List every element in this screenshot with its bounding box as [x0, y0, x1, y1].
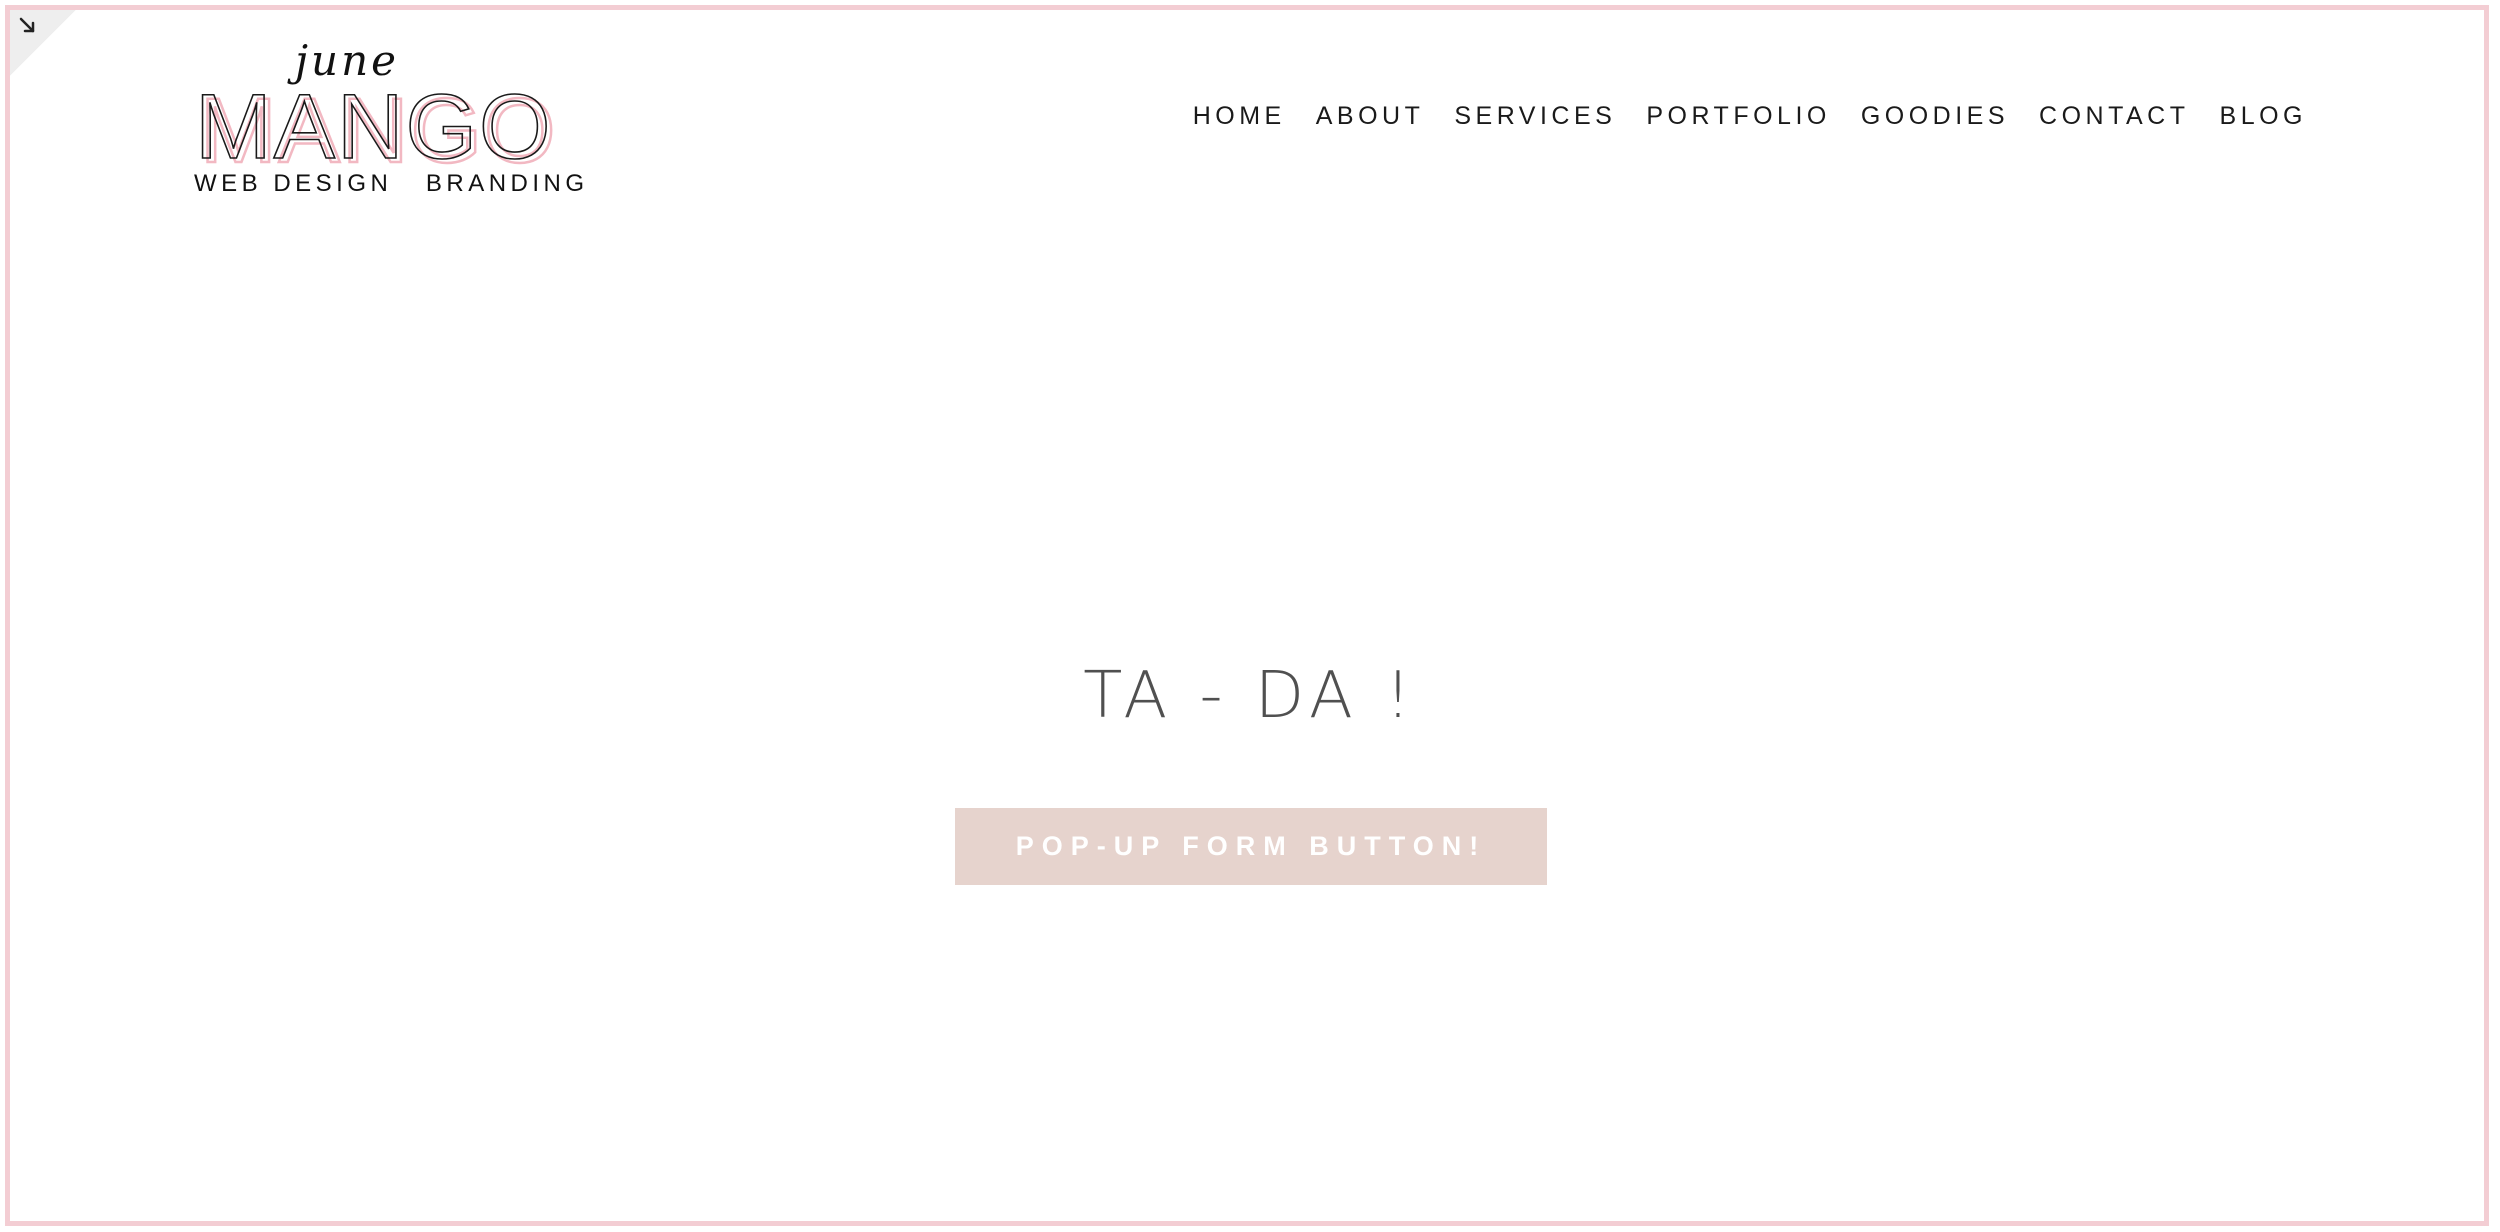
popup-form-button[interactable]: POP-UP FORM BUTTON!: [955, 808, 1547, 885]
nav-item-about[interactable]: ABOUT: [1316, 102, 1425, 131]
nav-item-contact[interactable]: CONTACT: [2039, 102, 2189, 131]
main-nav: HOME ABOUT SERVICES PORTFOLIO GOODIES CO…: [1193, 102, 2307, 131]
nav-item-portfolio[interactable]: PORTFOLIO: [1646, 102, 1831, 131]
nav-item-home[interactable]: HOME: [1193, 102, 1286, 131]
site-logo[interactable]: june MANGO MANGO WEB DESIGN BRANDING: [192, 40, 612, 210]
nav-item-services[interactable]: SERVICES: [1454, 102, 1616, 131]
logo-tagline: WEB DESIGN BRANDING: [194, 170, 589, 197]
nav-item-blog[interactable]: BLOG: [2220, 102, 2307, 131]
logo-wordmark: MANGO MANGO: [194, 75, 557, 172]
nav-item-goodies[interactable]: GOODIES: [1861, 102, 2009, 131]
hero-title: TA - DA !: [1083, 659, 1417, 733]
logo-wordmark-text: MANGO: [195, 76, 553, 172]
popup-form-button-label: POP-UP FORM BUTTON!: [1015, 831, 1487, 861]
arrow-down-right-icon[interactable]: [16, 14, 40, 38]
